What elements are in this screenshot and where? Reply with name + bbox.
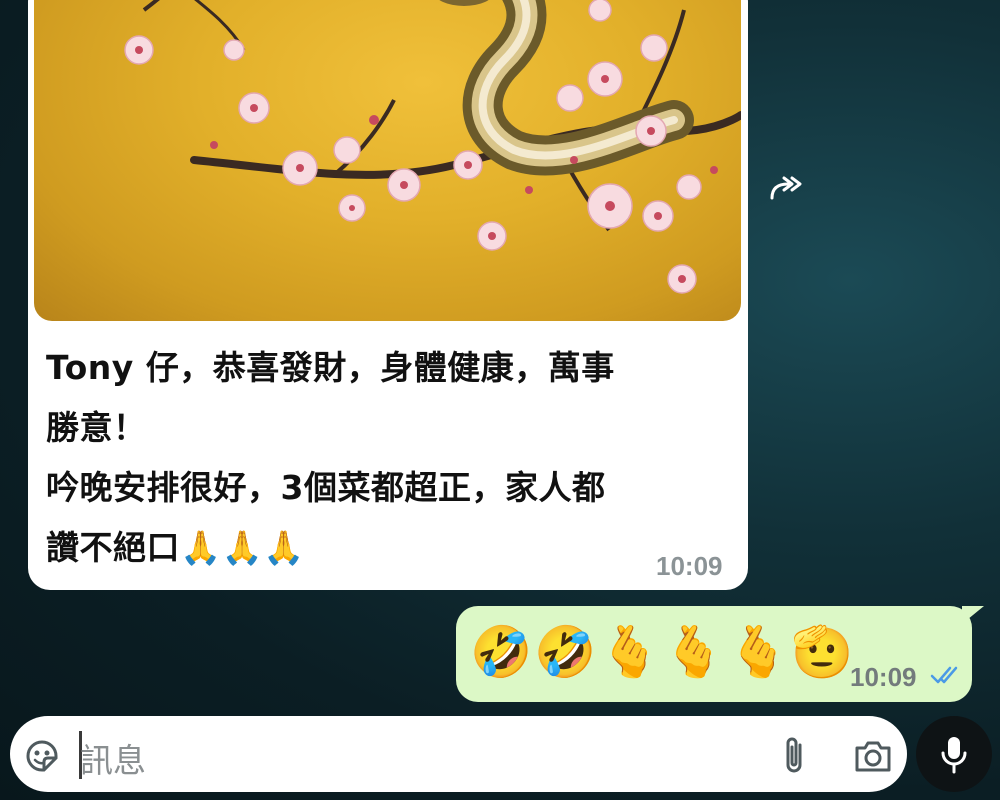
double-check-read-icon <box>930 666 958 684</box>
forward-icon[interactable] <box>766 172 806 204</box>
sticker-icon[interactable] <box>24 738 60 774</box>
snake-blossom-illustration <box>124 0 741 294</box>
camera-icon[interactable] <box>853 738 893 774</box>
incoming-message-text: Tony 仔，恭喜發財，身體健康，萬事 勝意！ 吟晚安排很好，3個菜都超正，家人… <box>46 348 615 567</box>
message-input[interactable]: 訊息 <box>80 734 146 782</box>
incoming-message-time: 10:09 <box>656 551 723 581</box>
outgoing-message-emojis: 🤣🤣🫰🫰🫰🫡 <box>470 623 856 681</box>
microphone-icon <box>941 737 967 774</box>
outgoing-message-time: 10:09 <box>850 662 917 692</box>
paperclip-icon[interactable] <box>780 735 810 777</box>
message-image[interactable] <box>34 0 741 321</box>
